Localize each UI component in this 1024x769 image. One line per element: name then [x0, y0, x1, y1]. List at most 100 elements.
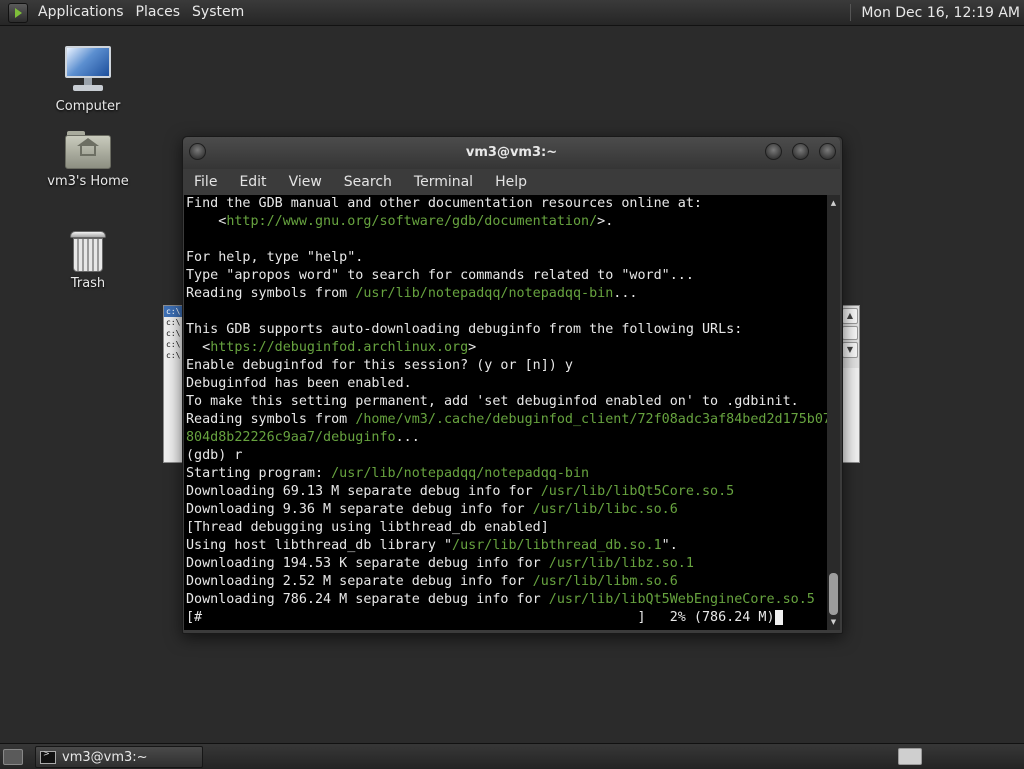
terminal-line: Downloading 2.52 M separate debug info f…	[184, 573, 827, 591]
menu-view[interactable]: View	[278, 169, 333, 195]
list-item[interactable]: c:\	[164, 317, 184, 328]
menu-file[interactable]: File	[183, 169, 228, 195]
terminal-text: (gdb) r	[186, 448, 243, 463]
terminal-text: Enable debuginfod for this session? (y o…	[186, 358, 573, 373]
places-menu[interactable]: Places	[130, 0, 187, 25]
terminal-path-text: /usr/lib/notepadqq/notepadqq-bin	[331, 466, 590, 481]
desktop-icon-label: Computer	[55, 99, 121, 114]
terminal-text: To make this setting permanent, add 'set…	[186, 394, 799, 409]
terminal-scrollbar[interactable]: ▲ ▼	[827, 195, 840, 630]
close-icon[interactable]	[819, 143, 836, 160]
terminal-text: [# ] 2% (786.24 M)	[186, 610, 775, 625]
terminal-line: <http://www.gnu.org/software/gdb/documen…	[184, 213, 827, 231]
scroll-up-icon[interactable]: ▲	[827, 197, 840, 209]
terminal-line: <https://debuginfod.archlinux.org>	[184, 339, 827, 357]
terminal-text: Downloading 69.13 M separate debug info …	[186, 484, 541, 499]
terminal-text: Find the GDB manual and other documentat…	[186, 196, 702, 211]
menu-search[interactable]: Search	[333, 169, 403, 195]
menu-help[interactable]: Help	[484, 169, 538, 195]
terminal-text: Downloading 9.36 M separate debug info f…	[186, 502, 533, 517]
terminal-path-text: /home/vm3/.cache/debuginfod_client/72f08…	[355, 412, 827, 427]
applications-menu[interactable]: Applications	[32, 0, 130, 25]
list-item[interactable]: c:\	[164, 306, 184, 317]
scroll-down-icon[interactable]: ▼	[827, 616, 840, 628]
system-menu[interactable]: System	[186, 0, 250, 25]
terminal-text: This GDB supports auto-downloading debug…	[186, 322, 743, 337]
maximize-icon[interactable]	[792, 143, 809, 160]
clock[interactable]: Mon Dec 16, 12:19 AM	[861, 5, 1020, 21]
minimize-icon[interactable]	[765, 143, 782, 160]
menu-terminal[interactable]: Terminal	[403, 169, 484, 195]
terminal-line: For help, type "help".	[184, 249, 827, 267]
terminal-path-text: /usr/lib/notepadqq/notepadqq-bin	[355, 286, 614, 301]
workspace-switcher[interactable]	[898, 748, 922, 765]
terminal-text: ...	[613, 286, 638, 301]
terminal-text: Reading symbols from	[186, 412, 356, 427]
menu-edit[interactable]: Edit	[228, 169, 277, 195]
terminal-line: Find the GDB manual and other documentat…	[184, 195, 827, 213]
terminal-output[interactable]: Find the GDB manual and other documentat…	[184, 195, 827, 630]
scroll-thumb[interactable]	[842, 326, 858, 340]
computer-icon	[63, 46, 113, 96]
terminal-line: 804d8b22226c9aa7/debuginfo...	[184, 429, 827, 447]
scroll-up-icon[interactable]: ▲	[842, 308, 858, 324]
terminal-line: Downloading 194.53 K separate debug info…	[184, 555, 827, 573]
desktop-icon-home[interactable]: vm3's Home	[33, 129, 143, 189]
terminal-text: >.	[597, 214, 614, 229]
terminal-line: Downloading 69.13 M separate debug info …	[184, 483, 827, 501]
terminal-line: [# ] 2% (786.24 M)	[184, 609, 827, 627]
window-title: vm3@vm3:~	[465, 145, 558, 160]
show-desktop-icon[interactable]	[3, 749, 23, 765]
background-window-list[interactable]: c:\ c:\ c:\ c:\ c:\	[164, 306, 184, 366]
terminal-text: Reading symbols from	[186, 286, 356, 301]
terminal-window[interactable]: vm3@vm3:~ File Edit View Search Terminal…	[182, 136, 843, 634]
terminal-line: Debuginfod has been enabled.	[184, 375, 827, 393]
taskbar-item-terminal[interactable]: vm3@vm3:~	[35, 746, 203, 768]
terminal-path-text: /usr/lib/libQt5WebEngineCore.so.5	[548, 592, 815, 607]
panel-separator	[850, 4, 852, 21]
desktop-icon-computer[interactable]: Computer	[33, 46, 143, 114]
terminal-line: Type "apropos word" to search for comman…	[184, 267, 827, 285]
terminal-text: For help, type "help".	[186, 250, 364, 265]
bottom-panel: vm3@vm3:~	[0, 743, 1024, 769]
terminal-text: >	[468, 340, 477, 355]
terminal-titlebar[interactable]: vm3@vm3:~	[183, 137, 840, 169]
top-panel: Applications Places System Mon Dec 16, 1…	[0, 0, 1024, 26]
desktop-icon-trash[interactable]: Trash	[33, 229, 143, 291]
scroll-thumb[interactable]	[829, 573, 838, 615]
terminal-text: Downloading 786.24 M separate debug info…	[186, 592, 549, 607]
terminal-line: (gdb) r	[184, 447, 827, 465]
home-folder-icon	[65, 129, 111, 171]
terminal-menubar: File Edit View Search Terminal Help	[183, 169, 840, 195]
terminal-text: Type "apropos word" to search for comman…	[186, 268, 694, 283]
terminal-text: Debuginfod has been enabled.	[186, 376, 412, 391]
terminal-text: [Thread debugging using libthread_db ena…	[186, 520, 549, 535]
list-item[interactable]: c:\	[164, 339, 184, 350]
terminal-cursor	[774, 610, 783, 625]
list-item[interactable]: c:\	[164, 328, 184, 339]
terminal-line: [Thread debugging using libthread_db ena…	[184, 519, 827, 537]
main-menu-icon[interactable]	[8, 2, 28, 23]
terminal-path-text: https://debuginfod.archlinux.org	[210, 340, 469, 355]
terminal-line: This GDB supports auto-downloading debug…	[184, 321, 827, 339]
list-item[interactable]: c:\	[164, 350, 184, 361]
terminal-path-text: http://www.gnu.org/software/gdb/document…	[226, 214, 598, 229]
terminal-path-text: /usr/lib/libQt5Core.so.5	[540, 484, 735, 499]
scroll-down-icon[interactable]: ▼	[842, 342, 858, 358]
terminal-line: Enable debuginfod for this session? (y o…	[184, 357, 827, 375]
desktop-icon-label: Trash	[70, 276, 106, 291]
terminal-text: ...	[395, 430, 420, 445]
desktop-icon-label: vm3's Home	[47, 174, 129, 189]
terminal-line: To make this setting permanent, add 'set…	[184, 393, 827, 411]
terminal-line: Reading symbols from /home/vm3/.cache/de…	[184, 411, 827, 429]
terminal-path-text: /usr/lib/libz.so.1	[548, 556, 694, 571]
terminal-path-text: /usr/lib/libm.so.6	[532, 574, 678, 589]
terminal-line: Downloading 786.24 M separate debug info…	[184, 591, 827, 609]
terminal-text: ".	[661, 538, 678, 553]
terminal-text: Starting program:	[186, 466, 332, 481]
terminal-line: Using host libthread_db library "/usr/li…	[184, 537, 827, 555]
taskbar-item-label: vm3@vm3:~	[62, 749, 148, 765]
trash-icon	[69, 229, 107, 273]
